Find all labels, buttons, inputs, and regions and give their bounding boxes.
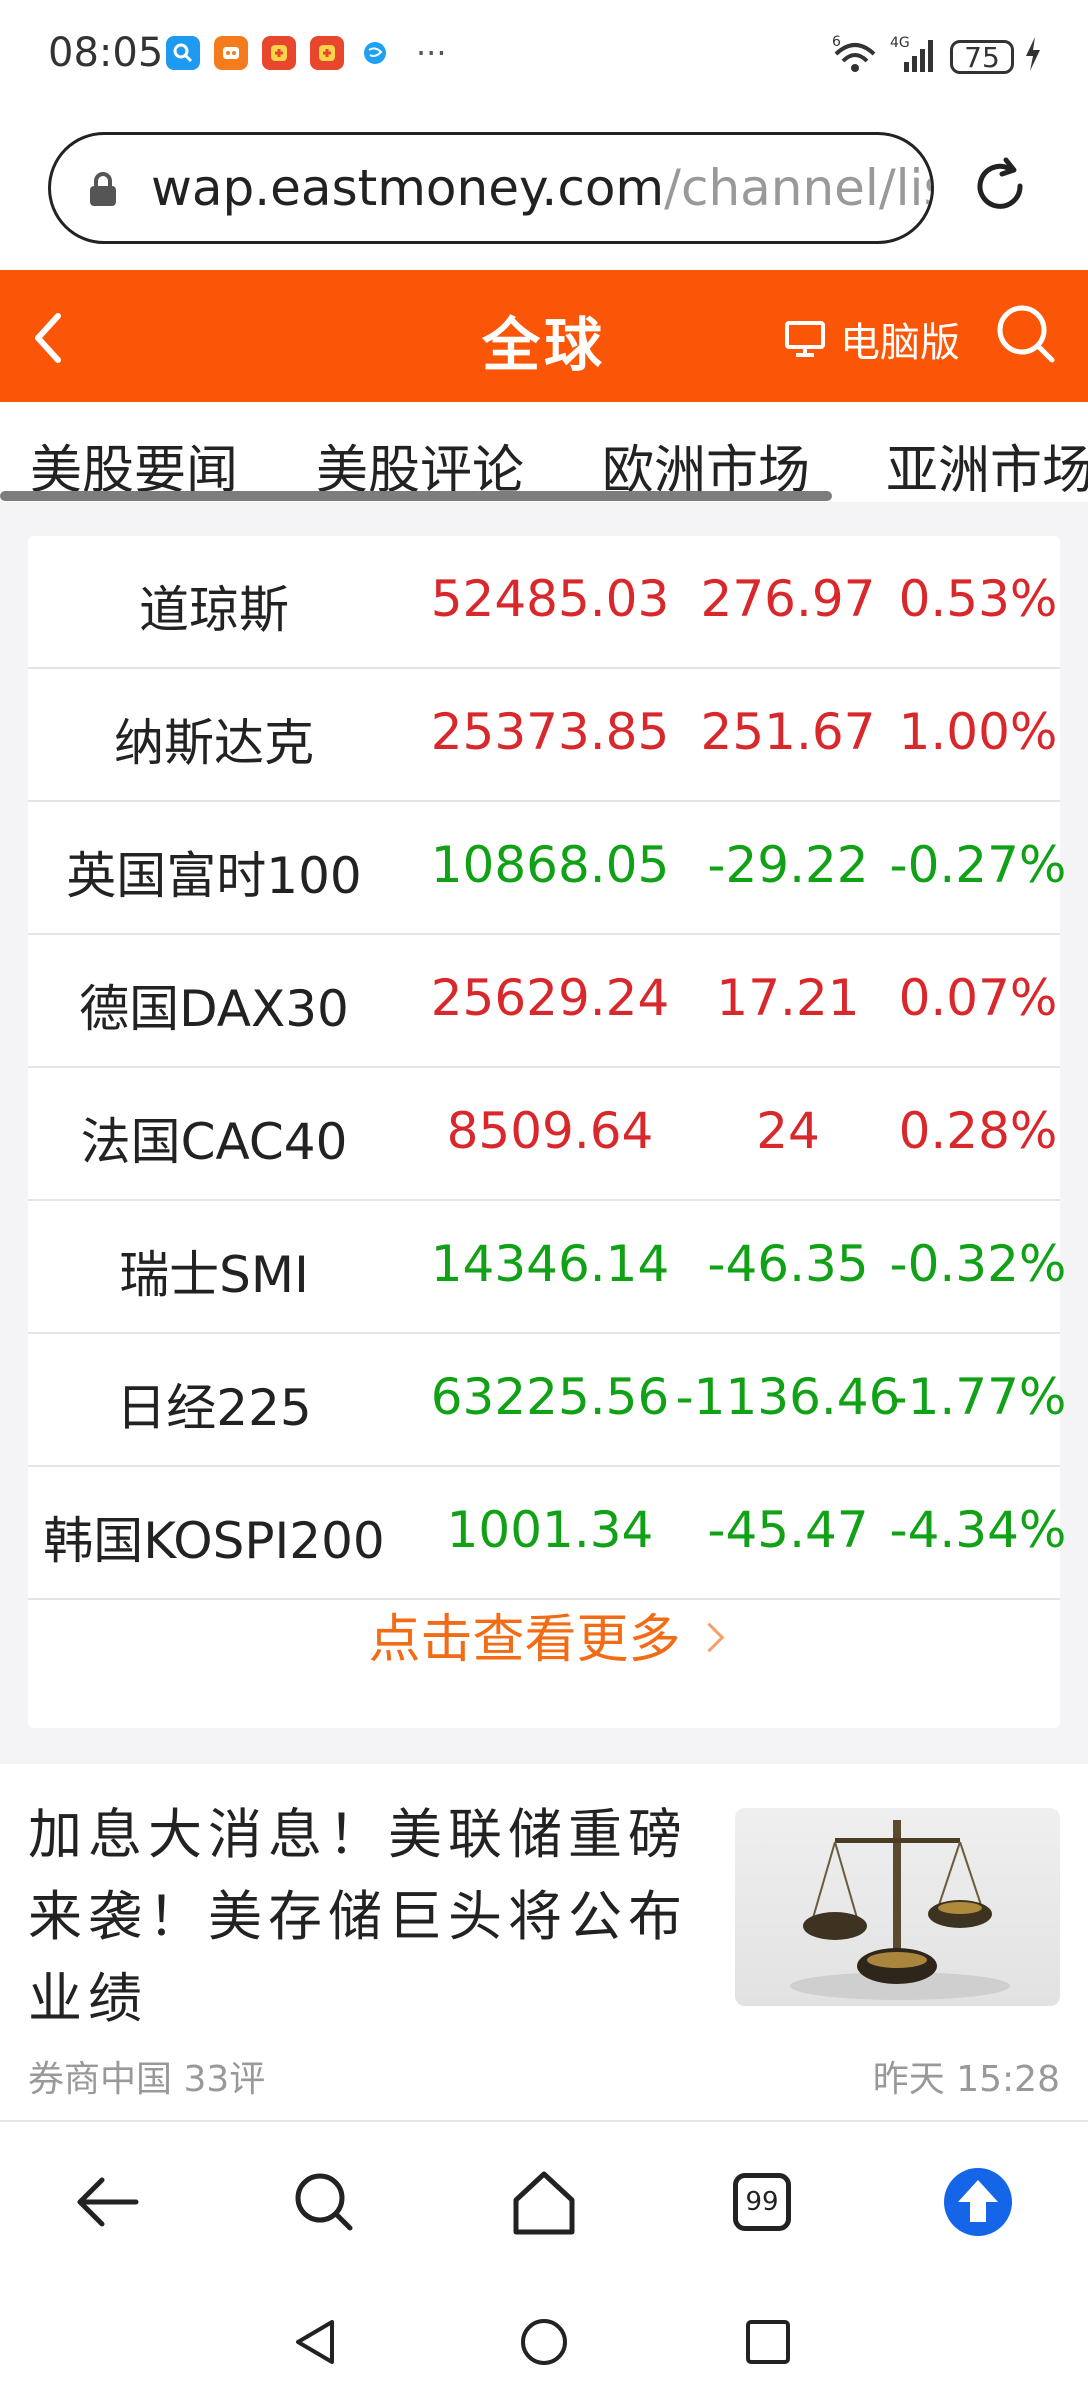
app-icon-taobao-1 <box>262 36 296 70</box>
index-name: 德国DAX30 <box>79 980 349 1038</box>
browser-address-area: wap.eastmoney.com/channel/lis <box>0 110 1088 270</box>
app-icon-blue-search <box>166 36 200 70</box>
index-price: 63225.56 <box>430 1368 670 1426</box>
more-notifications-icon: ··· <box>416 34 447 72</box>
system-home-icon[interactable] <box>518 2316 570 2368</box>
home-icon[interactable] <box>506 2164 582 2240</box>
app-icon-globe <box>358 36 392 70</box>
url-domain: wap.eastmoney.com <box>151 159 665 217</box>
index-change-percent: 0.53% <box>898 570 1058 628</box>
market-index-table: 道琼斯 52485.03 276.97 0.53% 纳斯达克 25373.85 … <box>28 536 1066 1728</box>
notification-icons: ··· <box>166 36 447 70</box>
network-label-4g: 4G <box>890 35 910 51</box>
charging-bolt-icon <box>1024 37 1042 77</box>
network-label-6: 6 <box>832 34 841 50</box>
market-row[interactable]: 法国CAC40 8509.64 24 0.28% <box>28 1068 1060 1201</box>
index-name: 道琼斯 <box>139 581 289 639</box>
cellular-signal-icon: 4G <box>890 34 940 80</box>
market-row[interactable]: 德国DAX30 25629.24 17.21 0.07% <box>28 935 1060 1068</box>
tab-scroll-indicator <box>0 491 832 501</box>
app-icon-taobao-2 <box>310 36 344 70</box>
news-time: 昨天 15:28 <box>872 2059 1060 2100</box>
index-price: 52485.03 <box>430 570 670 628</box>
news-thumbnail[interactable] <box>735 1808 1060 2006</box>
index-name: 日经225 <box>116 1379 312 1437</box>
upload-arrow-icon[interactable] <box>940 2164 1016 2240</box>
index-name: 英国富时100 <box>66 847 362 905</box>
tabs-button[interactable]: 99 <box>724 2164 800 2240</box>
browser-toolbar: 99 <box>0 2122 1088 2282</box>
index-change-percent: 0.28% <box>898 1102 1058 1160</box>
index-price: 8509.64 <box>446 1102 654 1160</box>
system-status: 6 4G 75 <box>830 34 1042 80</box>
system-navigation-bar <box>0 2282 1088 2400</box>
index-price: 10868.05 <box>430 836 670 894</box>
url-path: /channel/lis <box>664 159 934 217</box>
index-price: 14346.14 <box>430 1235 670 1293</box>
system-recents-icon[interactable] <box>742 2316 794 2368</box>
index-change-percent: -0.27% <box>889 836 1067 894</box>
market-row[interactable]: 日经225 63225.56 -1136.46 -1.77% <box>28 1334 1066 1467</box>
market-row[interactable]: 道琼斯 52485.03 276.97 0.53% <box>28 536 1060 669</box>
index-name: 瑞士SMI <box>119 1246 309 1304</box>
index-price: 25373.85 <box>430 703 670 761</box>
index-change-percent: -1.77% <box>889 1368 1067 1426</box>
page-header: 全球 电脑版 <box>0 270 1088 402</box>
balance-scale-icon <box>790 1820 1010 2000</box>
tabs-count: 99 <box>733 2173 791 2231</box>
view-more-label: 点击查看更多 <box>368 1610 681 1670</box>
desktop-version-link[interactable]: 电脑版 <box>784 310 960 368</box>
index-change-percent: 0.07% <box>898 969 1058 1027</box>
market-row[interactable]: 韩国KOSPI200 1001.34 -45.47 -4.34% <box>28 1467 1066 1600</box>
index-change-percent: 1.00% <box>898 703 1058 761</box>
news-source: 券商中国 33评 <box>28 2059 266 2100</box>
url-text[interactable]: wap.eastmoney.com/channel/lis <box>151 159 934 217</box>
category-tabs: 美股要闻 美股评论 欧洲市场 亚洲市场 <box>0 402 1088 502</box>
index-price: 25629.24 <box>430 969 670 1027</box>
news-item[interactable]: 加息大消息！美联储重磅来袭！美存储巨头将公布业绩 券商中国 33评 昨天 15:… <box>0 1764 1088 2122</box>
wifi-icon: 6 <box>830 34 880 80</box>
status-time: 08:05 <box>48 30 164 76</box>
market-row[interactable]: 纳斯达克 25373.85 251.67 1.00% <box>28 669 1060 802</box>
monitor-icon <box>785 321 825 357</box>
index-name: 纳斯达克 <box>114 714 314 772</box>
search-icon[interactable] <box>286 2164 362 2240</box>
index-name: 法国CAC40 <box>80 1113 348 1171</box>
tab-asia-market[interactable]: 亚洲市场 <box>886 428 1088 502</box>
search-icon[interactable] <box>994 302 1058 366</box>
battery-indicator: 75 <box>950 40 1014 74</box>
index-name: 韩国KOSPI200 <box>43 1512 385 1570</box>
status-bar: 08:05 ··· 6 4G 75 <box>0 0 1088 110</box>
index-change-percent: -4.34% <box>889 1501 1067 1559</box>
reload-icon[interactable] <box>970 156 1030 216</box>
lock-icon <box>90 172 116 206</box>
index-price: 1001.34 <box>446 1501 654 1559</box>
chevron-right-icon <box>694 1622 724 1652</box>
index-change-percent: -0.32% <box>889 1235 1067 1293</box>
desktop-version-label: 电脑版 <box>840 320 960 366</box>
news-title[interactable]: 加息大消息！美联储重磅来袭！美存储巨头将公布业绩 <box>28 1794 708 2040</box>
market-row[interactable]: 英国富时100 10868.05 -29.22 -0.27% <box>28 802 1066 935</box>
address-bar[interactable]: wap.eastmoney.com/channel/lis <box>48 132 934 244</box>
back-arrow-icon[interactable] <box>70 2164 146 2240</box>
app-icon-orange <box>214 36 248 70</box>
system-back-icon[interactable] <box>290 2316 342 2368</box>
view-more-link[interactable]: 点击查看更多 <box>28 1597 1060 1672</box>
market-row[interactable]: 瑞士SMI 14346.14 -46.35 -0.32% <box>28 1201 1066 1334</box>
